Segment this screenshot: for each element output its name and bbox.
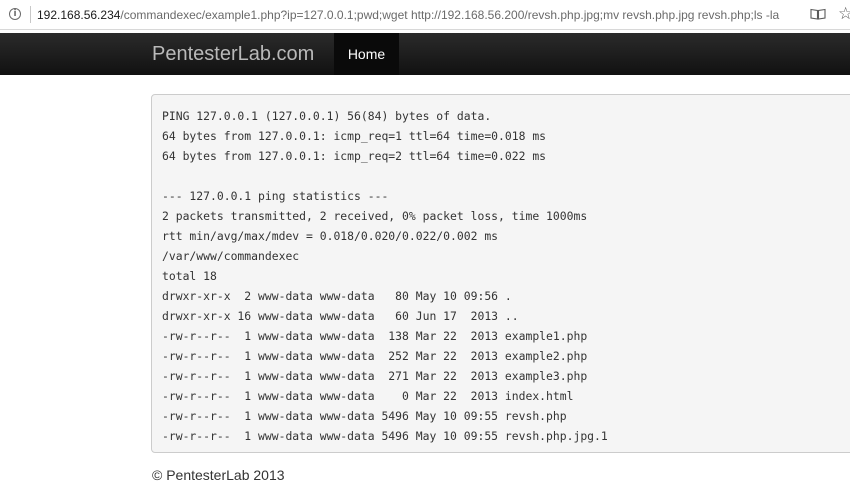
output-line: /var/www/commandexec: [162, 249, 300, 263]
output-line: --- 127.0.0.1 ping statistics ---: [162, 189, 389, 203]
output-line: 64 bytes from 127.0.0.1: icmp_req=2 ttl=…: [162, 149, 547, 163]
navbar: PentesterLab.com Home: [0, 33, 850, 75]
url-host: 192.168.56.234: [37, 8, 121, 22]
address-bar: i 192.168.56.234/commandexec/example1.ph…: [0, 0, 850, 30]
nav-home[interactable]: Home: [334, 33, 399, 75]
output-line: -rw-r--r-- 1 www-data www-data 5496 May …: [162, 409, 567, 423]
output-line: -rw-r--r-- 1 www-data www-data 252 Mar 2…: [162, 349, 588, 363]
output-line: 64 bytes from 127.0.0.1: icmp_req=1 ttl=…: [162, 129, 547, 143]
output-line: -rw-r--r-- 1 www-data www-data 0 Mar 22 …: [162, 389, 574, 403]
site-info-icon[interactable]: i: [9, 8, 21, 20]
output-line: PING 127.0.0.1 (127.0.0.1) 56(84) bytes …: [162, 109, 492, 123]
star-icon[interactable]: ☆: [838, 4, 850, 24]
output-line: drwxr-xr-x 2 www-data www-data 80 May 10…: [162, 289, 512, 303]
output-line: drwxr-xr-x 16 www-data www-data 60 Jun 1…: [162, 309, 519, 323]
address-bar-divider: [30, 6, 31, 23]
book-icon[interactable]: [810, 8, 826, 20]
footer-copyright: © PentesterLab 2013: [152, 467, 285, 483]
output-line: 2 packets transmitted, 2 received, 0% pa…: [162, 209, 588, 223]
brand-link[interactable]: PentesterLab.com: [152, 42, 314, 66]
output-line: rtt min/avg/max/mdev = 0.018/0.020/0.022…: [162, 229, 499, 243]
output-line: -rw-r--r-- 1 www-data www-data 5496 May …: [162, 429, 608, 443]
output-line: -rw-r--r-- 1 www-data www-data 271 Mar 2…: [162, 369, 588, 383]
output-line: -rw-r--r-- 1 www-data www-data 138 Mar 2…: [162, 329, 588, 343]
url-field[interactable]: 192.168.56.234/commandexec/example1.php?…: [37, 7, 787, 23]
url-path: /commandexec/example1.php?ip=127.0.0.1;p…: [120, 8, 780, 22]
command-output: PING 127.0.0.1 (127.0.0.1) 56(84) bytes …: [151, 94, 850, 453]
output-line: total 18: [162, 269, 217, 283]
